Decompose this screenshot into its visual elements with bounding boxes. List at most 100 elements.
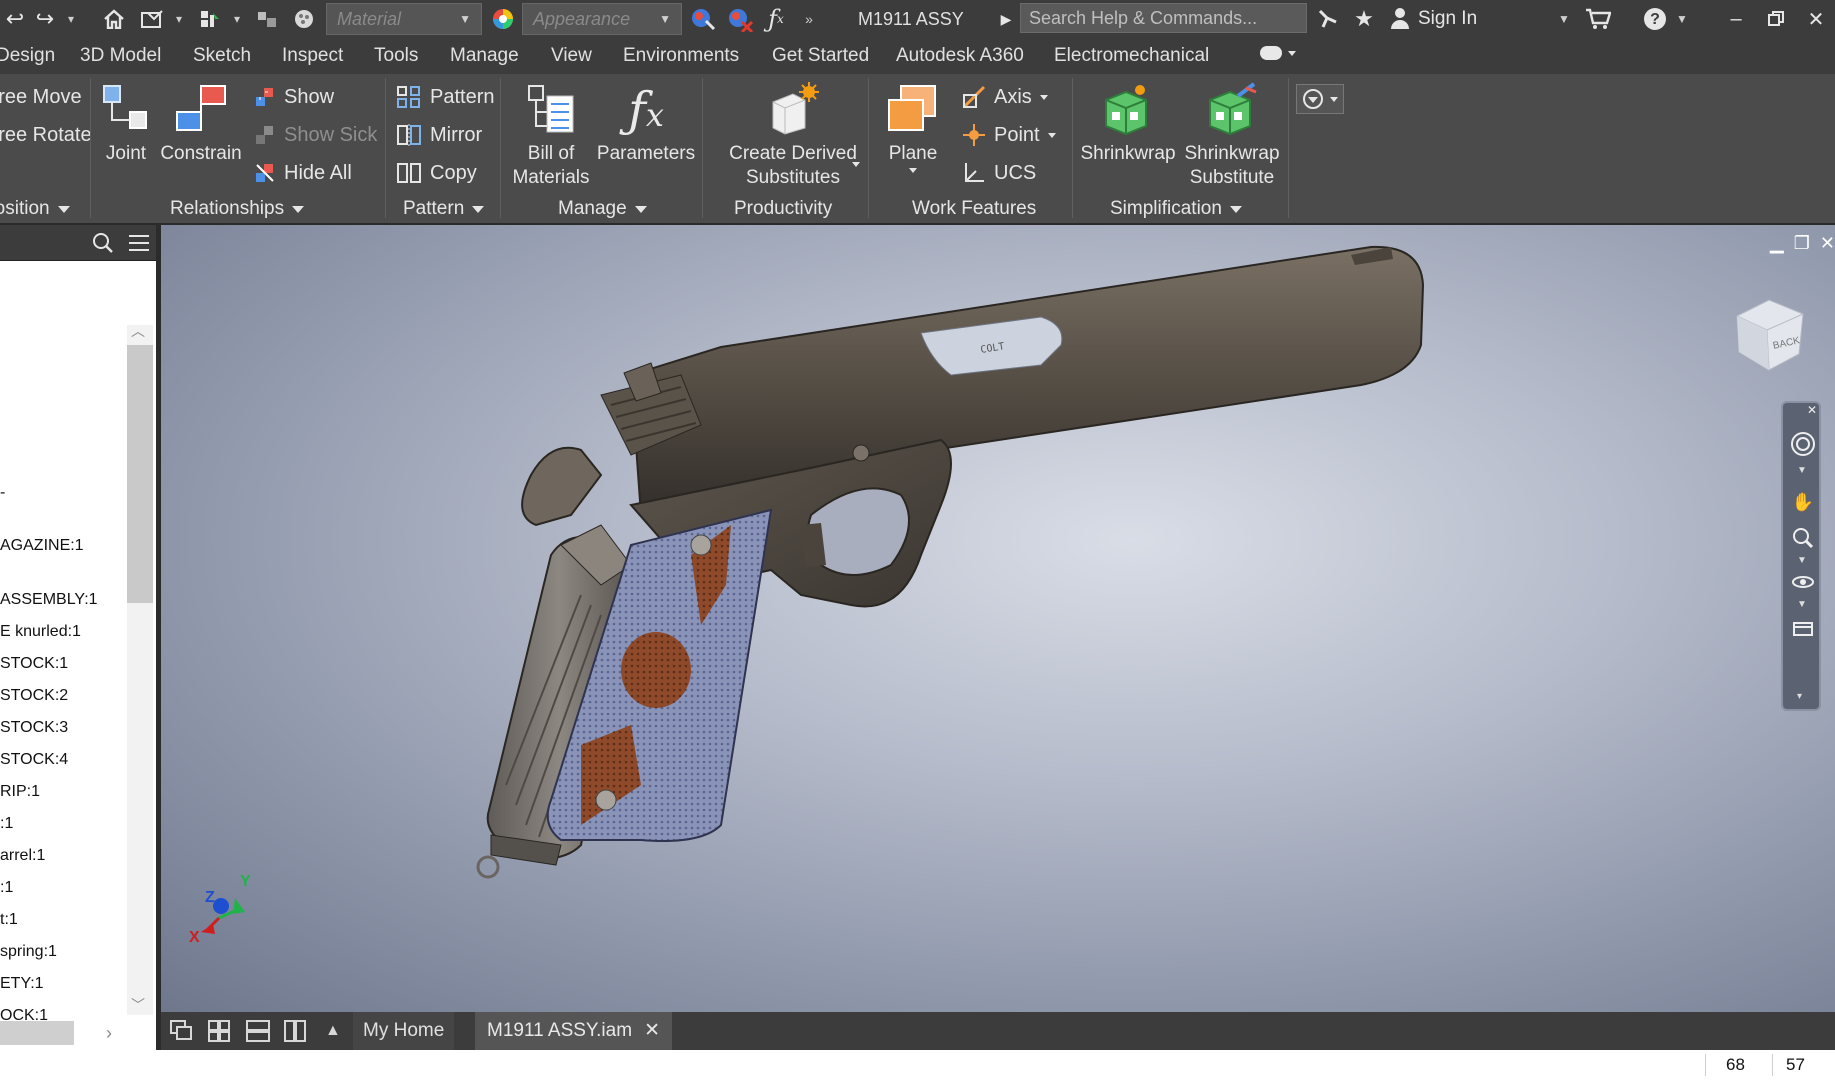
- navbar-close-icon[interactable]: ✕: [1807, 403, 1817, 417]
- tree-node[interactable]: ETY:1: [0, 972, 44, 996]
- mirror-button[interactable]: Mirror: [396, 120, 482, 150]
- select-filter-icon[interactable]: [196, 0, 224, 38]
- free-rotate-button[interactable]: Free Rotate: [0, 120, 92, 150]
- relationships-group-label[interactable]: Relationships: [170, 198, 305, 220]
- browser-scrollbar-thumb[interactable]: [127, 345, 153, 603]
- tab-design[interactable]: Design: [0, 38, 55, 74]
- material-combo[interactable]: Material ▼: [326, 3, 482, 35]
- constrain-button[interactable]: Constrain: [160, 82, 242, 166]
- scroll-right-icon[interactable]: ›: [106, 1023, 112, 1044]
- cart-icon[interactable]: [1582, 0, 1614, 38]
- redo-icon[interactable]: ↪: [32, 0, 58, 38]
- measure-icon[interactable]: [254, 0, 280, 38]
- color-wheel-icon[interactable]: [488, 0, 518, 38]
- search-binoculars-icon[interactable]: [1314, 0, 1342, 38]
- simplification-group-label[interactable]: Simplification: [1110, 198, 1242, 220]
- copy-button[interactable]: Copy: [396, 158, 477, 188]
- tab-list-up-icon[interactable]: ▲: [325, 1012, 341, 1050]
- graphics-viewport[interactable]: ▁ ❐ ✕ COLT BACK ✕ ▼ ✋ ▼ ▼ ▾ Y Z X: [161, 225, 1835, 1013]
- tree-node[interactable]: STOCK:1: [0, 652, 68, 676]
- scroll-down-icon[interactable]: ﹀: [131, 995, 145, 1015]
- plane-button[interactable]: Plane: [880, 82, 946, 166]
- tree-node[interactable]: ASSEMBLY:1: [0, 588, 98, 612]
- zoom-icon[interactable]: [1790, 525, 1816, 551]
- tab-my-home[interactable]: My Home: [353, 1012, 455, 1050]
- chevron-down-icon[interactable]: ▼: [1797, 465, 1807, 476]
- tab-3d-model[interactable]: 3D Model: [80, 38, 161, 74]
- tree-node[interactable]: AGAZINE:1: [0, 534, 84, 558]
- point-button[interactable]: Point: [962, 120, 1056, 150]
- manage-group-label[interactable]: Manage: [558, 198, 647, 220]
- tab-inspect[interactable]: Inspect: [282, 38, 343, 74]
- caret-right-icon[interactable]: ▶: [998, 0, 1014, 38]
- tree-node[interactable]: t:1: [0, 908, 18, 932]
- parameters-button[interactable]: ƒx Parameters: [596, 82, 696, 166]
- redo-dropdown-icon[interactable]: ▾: [64, 0, 78, 38]
- tile-horizontal-icon[interactable]: [245, 1012, 271, 1050]
- tab-tools[interactable]: Tools: [374, 38, 418, 74]
- pattern-group-label[interactable]: Pattern: [403, 198, 485, 220]
- tab-get-started[interactable]: Get Started: [772, 38, 869, 74]
- tree-node[interactable]: spring:1: [0, 940, 57, 964]
- minimize-window-icon[interactable]: –: [1716, 0, 1756, 38]
- tile-windows-icon[interactable]: [207, 1012, 231, 1050]
- tab-electromechanical[interactable]: Electromechanical: [1054, 38, 1209, 74]
- sign-in-dropdown-icon[interactable]: ▼: [1556, 0, 1572, 38]
- look-at-icon[interactable]: [1790, 615, 1816, 641]
- navbar-customize-icon[interactable]: ▾: [1797, 691, 1802, 702]
- tree-node[interactable]: arrel:1: [0, 844, 45, 868]
- tab-environments[interactable]: Environments: [623, 38, 739, 74]
- browser-menu-icon[interactable]: [128, 233, 150, 258]
- help-dropdown-icon[interactable]: ▼: [1674, 0, 1690, 38]
- show-sick-button[interactable]: Show Sick: [254, 120, 377, 150]
- overflow-icon[interactable]: »: [800, 0, 818, 38]
- show-button[interactable]: Show: [254, 82, 334, 112]
- tree-node[interactable]: STOCK:4: [0, 748, 68, 772]
- viewcube[interactable]: BACK: [1729, 290, 1811, 377]
- tab-manage[interactable]: Manage: [450, 38, 519, 74]
- chevron-down-icon[interactable]: ▼: [1797, 555, 1807, 566]
- browser-search-icon[interactable]: [92, 232, 114, 259]
- help-icon[interactable]: ?: [1640, 0, 1670, 38]
- position-group-label[interactable]: Position: [0, 198, 70, 220]
- bill-of-materials-button[interactable]: Bill of Materials: [510, 82, 592, 190]
- orbit-icon[interactable]: [1790, 569, 1816, 595]
- chevron-down-icon[interactable]: [909, 168, 917, 173]
- ribbon-display-toggle[interactable]: [1260, 46, 1296, 60]
- pan-hand-icon[interactable]: ✋: [1790, 489, 1816, 515]
- select-dropdown-icon[interactable]: ▾: [230, 0, 244, 38]
- tree-node[interactable]: STOCK:2: [0, 684, 68, 708]
- cascade-windows-icon[interactable]: [169, 1012, 195, 1050]
- joint-button[interactable]: Joint: [100, 82, 152, 166]
- tab-sketch[interactable]: Sketch: [193, 38, 251, 74]
- ucs-button[interactable]: UCS: [962, 158, 1036, 188]
- hide-all-button[interactable]: Hide All: [254, 158, 352, 188]
- sign-in-button[interactable]: Sign In: [1390, 0, 1477, 38]
- update-dropdown-icon[interactable]: ▾: [172, 0, 186, 38]
- pattern-button[interactable]: Pattern: [396, 82, 494, 112]
- tree-node[interactable]: :1: [0, 812, 13, 836]
- adjust-appearance-icon[interactable]: [688, 0, 718, 38]
- shrinkwrap-substitute-button[interactable]: Shrinkwrap Substitute: [1180, 82, 1284, 190]
- favorites-star-icon[interactable]: ★: [1350, 0, 1378, 38]
- scroll-up-icon[interactable]: ︿: [131, 321, 145, 341]
- create-derived-substitutes-button[interactable]: Create Derived Substitutes: [718, 82, 868, 190]
- pistol-3d-model[interactable]: COLT: [161, 225, 1835, 1013]
- browser-horizontal-scrollbar[interactable]: [0, 1021, 74, 1045]
- tab-active-document[interactable]: M1911 ASSY.iam ✕: [475, 1012, 672, 1050]
- clear-appearance-icon[interactable]: [724, 0, 756, 38]
- shrinkwrap-button[interactable]: Shrinkwrap: [1078, 82, 1178, 166]
- chevron-down-icon[interactable]: [852, 162, 860, 167]
- render-sphere-icon[interactable]: [290, 0, 318, 38]
- free-move-button[interactable]: Free Move: [0, 82, 82, 112]
- update-icon[interactable]: [138, 0, 166, 38]
- steering-wheel-icon[interactable]: [1790, 431, 1816, 457]
- ribbon-overflow-button[interactable]: [1296, 84, 1344, 114]
- tree-node[interactable]: :1: [0, 876, 13, 900]
- tree-node[interactable]: RIP:1: [0, 780, 40, 804]
- search-input[interactable]: Search Help & Commands...: [1020, 3, 1307, 33]
- tree-node-dash[interactable]: -: [0, 481, 5, 505]
- chevron-down-icon[interactable]: ▼: [1797, 599, 1807, 610]
- undo-icon[interactable]: ↩: [4, 0, 26, 38]
- close-window-icon[interactable]: ✕: [1796, 0, 1835, 38]
